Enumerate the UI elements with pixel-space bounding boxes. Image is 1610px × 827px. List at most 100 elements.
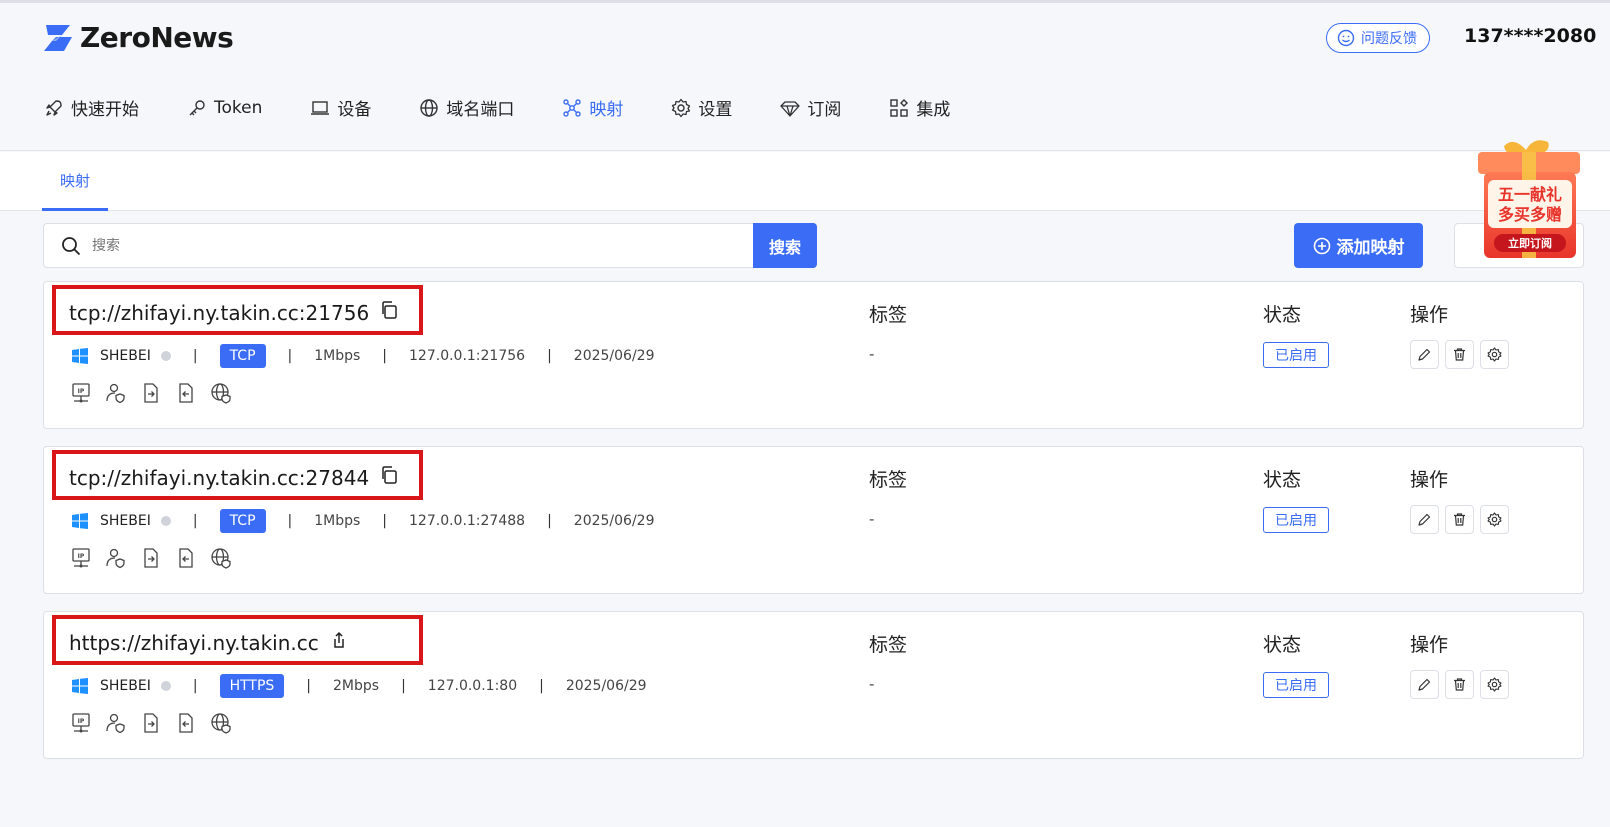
edit-button[interactable] [1410,505,1439,534]
nav-item-mapping[interactable]: 映射 [562,95,623,120]
column-status-label: 状态 [1263,469,1302,491]
tab-mapping[interactable]: 映射 [42,152,108,211]
web-protect-icon[interactable] [210,382,232,404]
ip-whitelist-icon[interactable]: IP [70,547,92,569]
open-link-icon [334,631,344,648]
separator: | [401,678,406,694]
copy-url-button[interactable] [379,300,399,325]
nav-item-quickstart[interactable]: 快速开始 [44,95,139,120]
local-address: 127.0.0.1:80 [427,678,518,694]
diamond-icon [780,100,801,117]
device-name[interactable]: SHEBEI [100,348,151,364]
nav-label: 设置 [698,100,733,120]
delete-button[interactable] [1445,505,1474,534]
device-name[interactable]: SHEBEI [100,678,151,694]
nav-label: 映射 [589,100,624,120]
promo-gift-badge[interactable]: 五一献礼 多买多赠 立即订阅 [1474,136,1584,266]
nav-item-devices[interactable]: 设备 [310,95,371,120]
edit-button[interactable] [1410,340,1439,369]
inbound-file-icon[interactable] [140,712,162,734]
mapping-url-text[interactable]: tcp://zhifayi.ny.takin.cc:21756 [69,301,369,325]
status-badge: 已启用 [1263,507,1329,533]
nav-label: 集成 [916,100,951,120]
promo-line2: 多买多赠 [1498,205,1562,224]
app-logo[interactable]: ZeroNews [42,21,234,54]
settings-button[interactable] [1480,670,1509,699]
outbound-file-icon[interactable] [175,382,197,404]
bandwidth: 1Mbps [314,513,361,529]
user-auth-icon[interactable] [105,382,127,404]
mapping-url-text[interactable]: tcp://zhifayi.ny.takin.cc:27844 [69,466,369,490]
column-tags-label: 标签 [869,634,908,656]
search-bar: 搜索 [43,223,817,268]
nav-item-token[interactable]: Token [187,98,262,118]
settings-button[interactable] [1480,340,1509,369]
outbound-file-icon[interactable] [175,712,197,734]
inbound-file-icon[interactable] [140,382,162,404]
nav-label: 域名端口 [446,100,515,120]
tags-value: - [869,675,875,693]
device-name[interactable]: SHEBEI [100,513,151,529]
apps-icon [890,98,909,117]
tags-value: - [869,345,875,363]
app-header: ZeroNews 问题反馈 137****2080 快速开始 Token 设备 … [0,3,1610,151]
separator: | [547,348,552,364]
web-protect-icon[interactable] [210,712,232,734]
edit-button[interactable] [1410,670,1439,699]
nav-item-subscription[interactable]: 订阅 [780,95,841,120]
copy-icon [382,466,397,484]
promo-line1: 五一献礼 [1498,185,1562,204]
search-icon [62,236,81,255]
separator: | [539,678,544,694]
separator: | [192,513,198,529]
ip-whitelist-icon[interactable]: IP [70,382,92,404]
separator: | [382,348,388,364]
mapping-icon [563,98,582,117]
separator: | [547,513,552,529]
gear-icon [1487,677,1502,692]
add-mapping-button[interactable]: 添加映射 [1294,223,1423,268]
feature-icons: IP [70,712,232,734]
feedback-button[interactable]: 问题反馈 [1326,23,1430,53]
separator: | [287,348,293,364]
nav-item-settings[interactable]: 设置 [671,95,732,120]
open-url-button[interactable] [329,630,349,655]
user-account[interactable]: 137****2080 [1464,25,1596,47]
outbound-file-icon[interactable] [175,547,197,569]
nav-label: 设备 [337,100,372,120]
mapping-url-text[interactable]: https://zhifayi.ny.takin.cc [69,631,319,655]
separator: | [287,513,293,529]
mapping-card: tcp://zhifayi.ny.takin.cc:27844 标签 状态 操作… [43,446,1584,594]
gear-icon [672,98,691,117]
copy-icon [382,301,397,319]
user-auth-icon[interactable] [105,547,127,569]
local-address: 127.0.0.1:27488 [409,513,526,529]
ip-whitelist-icon[interactable]: IP [70,712,92,734]
main-nav: 快速开始 Token 设备 域名端口 映射 设置 订阅 集成 [44,95,998,120]
column-status-label: 状态 [1263,304,1302,326]
protocol-badge: TCP [219,509,266,533]
laptop-icon [311,100,330,115]
trash-icon [1454,348,1465,361]
user-auth-icon[interactable] [105,712,127,734]
windows-icon [72,678,88,694]
settings-button[interactable] [1480,505,1509,534]
trash-icon [1454,513,1465,526]
copy-url-button[interactable] [379,465,399,490]
search-button[interactable]: 搜索 [753,223,817,268]
column-status-label: 状态 [1263,634,1302,656]
protocol-badge: HTTPS [219,674,285,698]
nav-item-integration[interactable]: 集成 [889,95,950,120]
created-date: 2025/06/29 [573,513,655,529]
nav-item-domain-ports[interactable]: 域名端口 [419,95,514,120]
pencil-icon [1418,678,1431,691]
search-input[interactable] [92,224,753,267]
inbound-file-icon[interactable] [140,547,162,569]
add-mapping-label: 添加映射 [1336,238,1405,258]
delete-button[interactable] [1445,340,1474,369]
delete-button[interactable] [1445,670,1474,699]
windows-icon [72,348,88,364]
promo-cta: 立即订阅 [1508,236,1552,250]
device-status-dot [160,516,171,526]
web-protect-icon[interactable] [210,547,232,569]
